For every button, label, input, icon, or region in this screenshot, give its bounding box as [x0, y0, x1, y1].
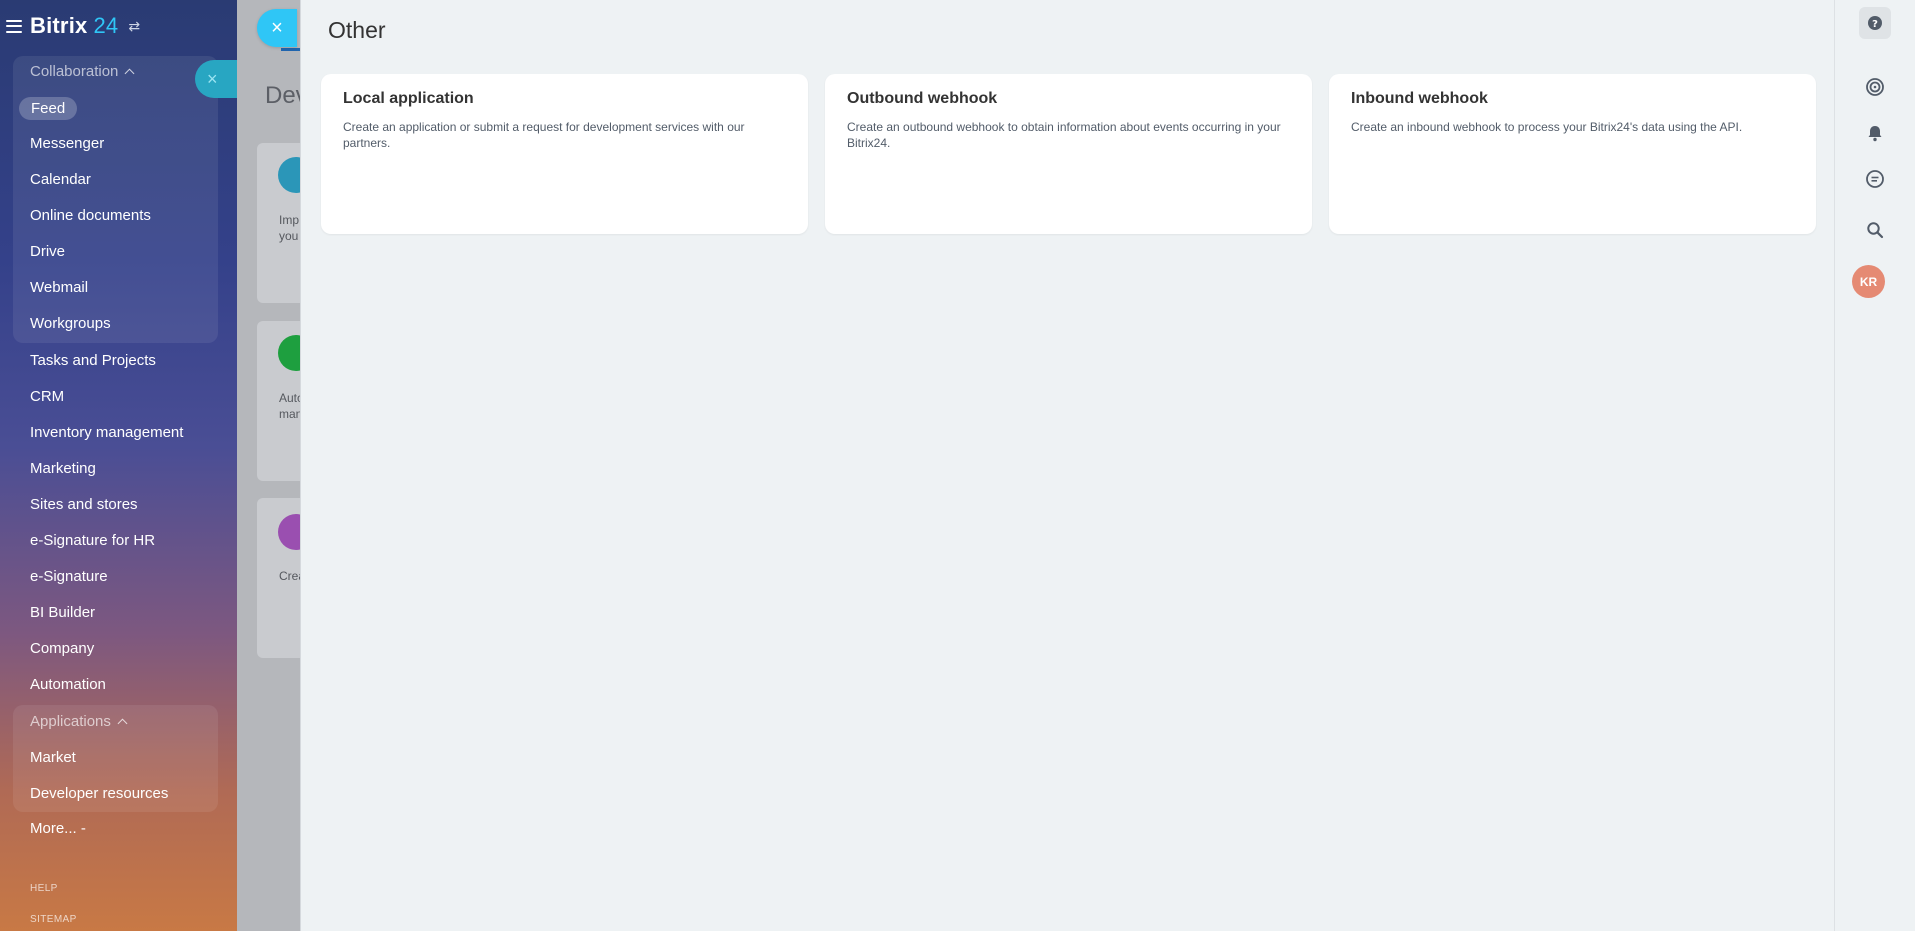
sidebar-item-bi-builder[interactable]: BI Builder: [30, 602, 95, 624]
sidebar-item-feed[interactable]: Feed: [19, 97, 78, 120]
chevron-up-icon: [124, 68, 135, 79]
sidebar-item-automation[interactable]: Automation: [30, 674, 106, 696]
search-button[interactable]: [1859, 214, 1891, 246]
collaboration-group-title[interactable]: Collaboration: [30, 61, 135, 83]
sidebar-item-online-documents[interactable]: Online documents: [30, 205, 151, 227]
menu-burger-icon[interactable]: [6, 19, 22, 33]
card-description: Create an outbound webhook to obtain inf…: [847, 120, 1281, 150]
help-link[interactable]: HELP: [30, 883, 58, 894]
sidebar-item-drive[interactable]: Drive: [30, 241, 65, 263]
question-icon: ?: [1868, 16, 1882, 30]
sidebar-close-tab[interactable]: ×: [195, 60, 237, 98]
slider-title: Other: [328, 17, 386, 43]
close-icon: ×: [271, 16, 283, 39]
notifications-button[interactable]: [1859, 117, 1891, 149]
chevron-up-icon: [117, 718, 128, 729]
sidebar-more[interactable]: More... -: [30, 818, 86, 840]
background-card-text: Auto man: [279, 391, 300, 421]
close-icon: ×: [207, 68, 218, 89]
applications-group-title[interactable]: Applications: [30, 711, 128, 733]
spiral-icon: [1866, 78, 1884, 96]
sidebar-item-calendar[interactable]: Calendar: [30, 169, 91, 191]
card-inbound-webhook[interactable]: Inbound webhook Create an inbound webhoo…: [1329, 74, 1816, 234]
left-sidebar: Bitrix 24 ⇄ Collaboration Feed Messenger …: [0, 0, 237, 931]
chat-icon: [1866, 170, 1884, 188]
background-tab-underline: [281, 48, 300, 51]
sidebar-item-workgroups[interactable]: Workgroups: [30, 313, 111, 335]
card-title: Outbound webhook: [847, 90, 998, 107]
sidebar-item-developer-resources[interactable]: Developer resources: [30, 783, 168, 805]
sidebar-item-webmail[interactable]: Webmail: [30, 277, 88, 299]
logo[interactable]: Bitrix 24: [30, 13, 118, 39]
background-page: Dev Imp you Auto man Crea: [237, 0, 300, 931]
card-description: Create an application or submit a reques…: [343, 120, 745, 150]
search-icon: [1867, 222, 1884, 239]
help-button[interactable]: ?: [1859, 7, 1891, 39]
sidebar-item-inventory[interactable]: Inventory management: [30, 422, 183, 444]
bell-icon: [1868, 126, 1882, 142]
background-card-text: Crea: [279, 569, 300, 583]
card-title: Local application: [343, 90, 474, 107]
sidebar-item-company[interactable]: Company: [30, 638, 94, 660]
card-outbound-webhook[interactable]: Outbound webhook Create an outbound webh…: [825, 74, 1312, 234]
card-description: Create an inbound webhook to process you…: [1351, 120, 1743, 134]
right-toolbar: ?: [1834, 0, 1915, 931]
user-avatar[interactable]: KR: [1852, 265, 1885, 298]
logo-row: Bitrix 24 ⇄: [0, 10, 237, 42]
slider-panel: Other Local application Create an applic…: [300, 0, 1834, 931]
sidebar-item-tasks[interactable]: Tasks and Projects: [30, 350, 156, 372]
sidebar-item-esignature[interactable]: e-Signature: [30, 566, 108, 588]
sidebar-item-sites[interactable]: Sites and stores: [30, 494, 138, 516]
sitemap-link[interactable]: SITEMAP: [30, 914, 77, 925]
background-card-text: Imp you: [279, 213, 300, 243]
sidebar-item-marketing[interactable]: Marketing: [30, 458, 96, 480]
messages-button[interactable]: [1859, 163, 1891, 195]
sidebar-item-esignature-hr[interactable]: e-Signature for HR: [30, 530, 155, 552]
card-title: Inbound webhook: [1351, 90, 1488, 107]
sidebar-item-messenger[interactable]: Messenger: [30, 133, 104, 155]
svg-text:?: ?: [1872, 19, 1878, 30]
background-page-title: Dev: [265, 82, 300, 109]
card-local-application[interactable]: Local application Create an application …: [321, 74, 808, 234]
swap-icon[interactable]: ⇄: [128, 18, 140, 35]
slider-close-button[interactable]: ×: [257, 9, 297, 47]
sidebar-item-crm[interactable]: CRM: [30, 386, 64, 408]
copilot-button[interactable]: [1859, 71, 1891, 103]
sidebar-item-market[interactable]: Market: [30, 747, 76, 769]
